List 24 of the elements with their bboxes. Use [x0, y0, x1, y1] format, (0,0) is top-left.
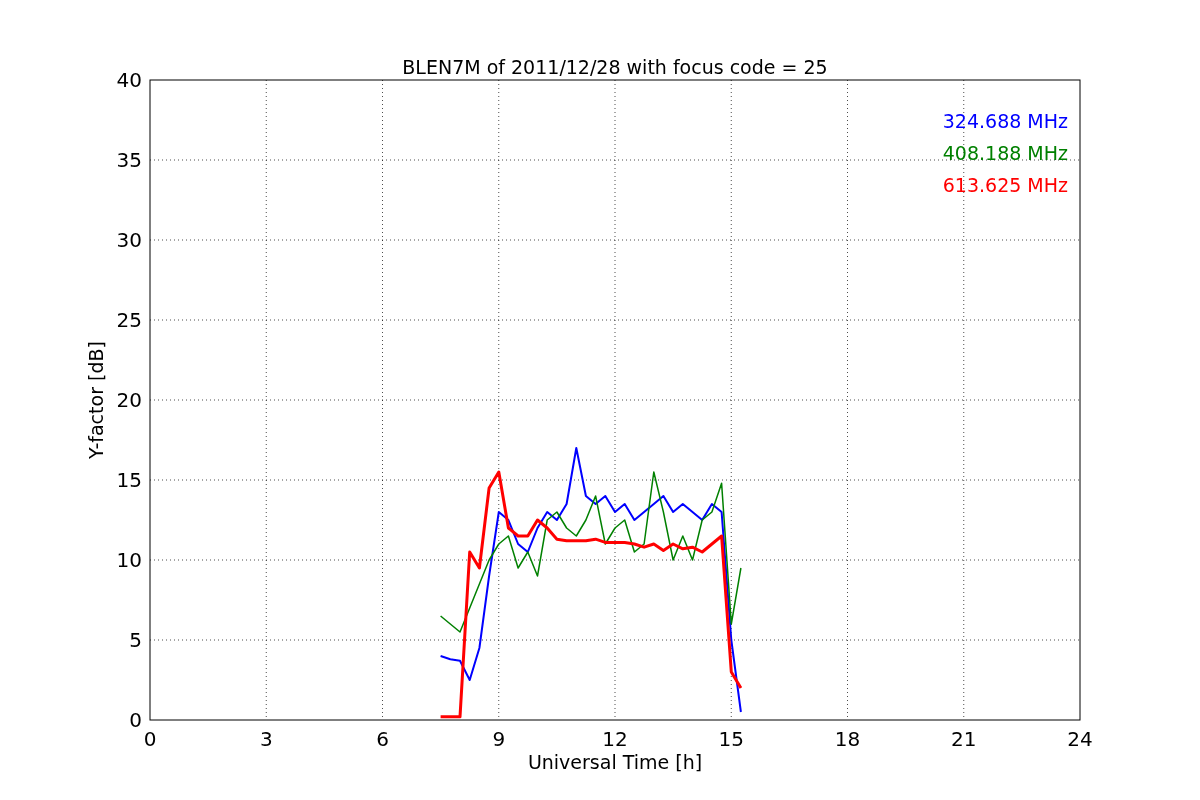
legend-label: 408.188 MHz [942, 142, 1068, 164]
y-tick-label: 5 [129, 628, 142, 652]
y-tick-label: 15 [116, 468, 142, 492]
legend-label: 613.625 MHz [942, 174, 1068, 196]
x-tick-label: 24 [1067, 727, 1093, 751]
legend-label: 324.688 MHz [942, 110, 1068, 132]
x-tick-label: 9 [492, 727, 506, 751]
y-tick-label: 25 [116, 308, 142, 332]
y-tick-label: 20 [116, 388, 142, 412]
x-tick-label: 6 [376, 727, 389, 751]
x-tick-label: 0 [143, 727, 157, 751]
x-axis-label: Universal Time [h] [527, 751, 703, 773]
x-tick-label: 12 [602, 727, 628, 751]
y-tick-label: 35 [116, 148, 142, 172]
x-tick-label: 18 [834, 727, 861, 751]
x-tick-label: 15 [718, 727, 744, 751]
y-axis-label: Y-factor [dB] [85, 341, 107, 459]
y-tick-label: 30 [116, 228, 142, 252]
y-tick-label: 40 [116, 68, 142, 92]
y-tick-label: 10 [116, 548, 142, 572]
chart-title: BLEN7M of 2011/12/28 with focus code = 25 [402, 56, 828, 78]
x-tick-label: 3 [259, 727, 273, 751]
x-tick-label: 21 [951, 727, 977, 751]
y-tick-label: 0 [129, 708, 142, 732]
